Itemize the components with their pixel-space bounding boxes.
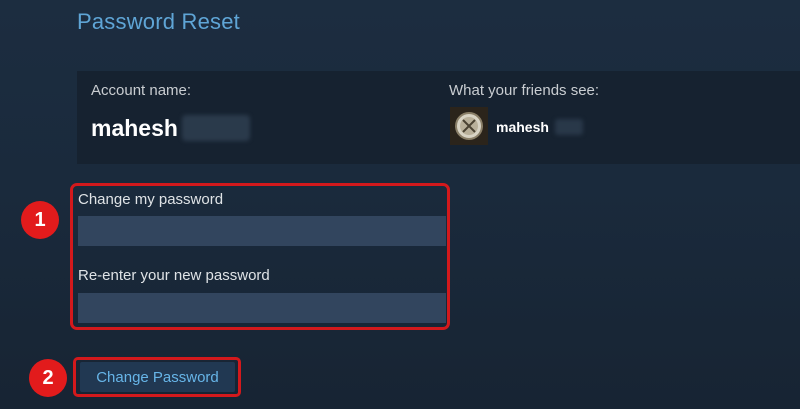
step-marker-1: 1 <box>21 201 59 239</box>
friends-see-label: What your friends see: <box>449 82 600 99</box>
confirm-password-input[interactable] <box>78 293 446 323</box>
new-password-label: Change my password <box>78 191 224 208</box>
account-name-value: mahesh <box>91 115 178 141</box>
account-name-redaction <box>182 115 250 141</box>
friend-display-name: mahesh <box>496 119 549 135</box>
step-marker-2: 2 <box>29 359 67 397</box>
new-password-input[interactable] <box>78 216 446 246</box>
confirm-password-label: Re-enter your new password <box>78 267 270 284</box>
account-info-panel: Account name: mahesh What your friends s… <box>77 71 800 164</box>
avatar <box>450 107 488 145</box>
friend-name-redaction <box>555 119 583 135</box>
avatar-icon <box>450 107 488 145</box>
change-password-button[interactable]: Change Password <box>80 362 235 392</box>
account-name-label: Account name: <box>91 82 192 99</box>
page-title: Password Reset <box>77 9 240 34</box>
